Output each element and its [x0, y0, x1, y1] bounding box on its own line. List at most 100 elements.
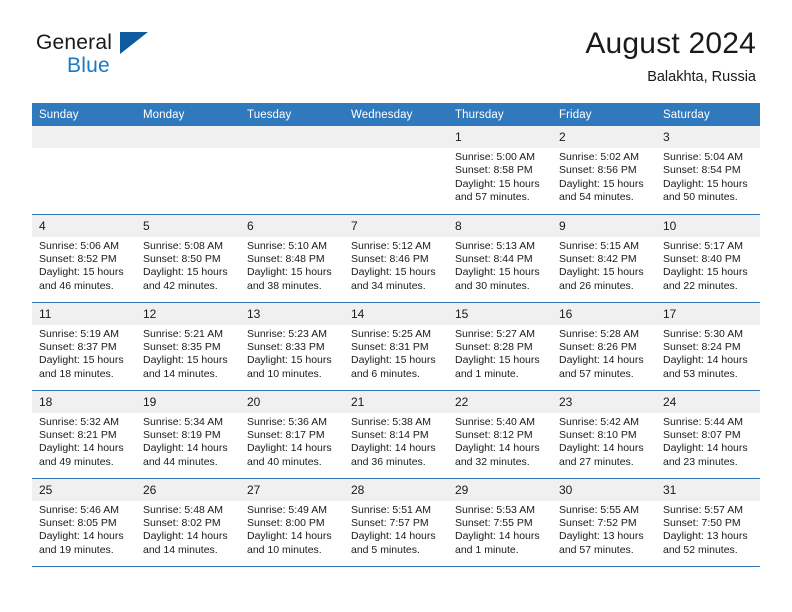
- sunrise-text: Sunrise: 5:10 AM: [247, 239, 327, 252]
- day-number: [240, 126, 344, 148]
- day-number: 19: [136, 390, 240, 413]
- calendar-day-cell[interactable]: 18 Sunrise: 5:32 AM Sunset: 8:21 PM Dayligh…: [32, 389, 136, 478]
- daylight-text: Daylight: 14 hours and 19 minutes.: [39, 530, 124, 556]
- calendar-body: 1 Sunrise: 5:00 AM Sunset: 8:58 PM Daylight…: [32, 126, 760, 567]
- calendar-day-cell[interactable]: 25 Sunrise: 5:46 AM Sunset: 8:05 PM Dayligh…: [32, 477, 136, 567]
- day-number: 1: [448, 126, 552, 148]
- calendar-day-cell[interactable]: 10 Sunrise: 5:17 AM Sunset: 8:40 PM Dayligh…: [656, 213, 760, 302]
- sunrise-text: Sunrise: 5:19 AM: [39, 327, 119, 340]
- sunrise-text: Sunrise: 5:57 AM: [663, 503, 743, 516]
- daylight-text: Daylight: 14 hours and 1 minute.: [455, 530, 540, 556]
- daylight-text: Daylight: 14 hours and 5 minutes.: [351, 530, 436, 556]
- sunrise-text: Sunrise: 5:42 AM: [559, 415, 639, 428]
- calendar-day-cell[interactable]: 9 Sunrise: 5:15 AM Sunset: 8:42 PM Daylight…: [552, 213, 656, 302]
- day-details: Sunrise: 5:51 AM Sunset: 7:57 PM Daylight:…: [344, 501, 448, 558]
- day-details: Sunrise: 5:15 AM Sunset: 8:42 PM Daylight:…: [552, 237, 656, 294]
- calendar-day-cell[interactable]: 2 Sunrise: 5:02 AM Sunset: 8:56 PM Daylight…: [552, 126, 656, 214]
- daylight-text: Daylight: 14 hours and 27 minutes.: [559, 442, 644, 468]
- daylight-text: Daylight: 15 hours and 30 minutes.: [455, 266, 540, 292]
- daylight-text: Daylight: 15 hours and 26 minutes.: [559, 266, 644, 292]
- calendar-day-cell[interactable]: 1 Sunrise: 5:00 AM Sunset: 8:58 PM Daylight…: [448, 126, 552, 214]
- daylight-text: Daylight: 14 hours and 49 minutes.: [39, 442, 124, 468]
- day-number: [136, 126, 240, 148]
- day-details: Sunrise: 5:48 AM Sunset: 8:02 PM Daylight:…: [136, 501, 240, 558]
- daylight-text: Daylight: 14 hours and 14 minutes.: [143, 530, 228, 556]
- calendar-day-cell[interactable]: 16 Sunrise: 5:28 AM Sunset: 8:26 PM Dayligh…: [552, 301, 656, 390]
- calendar-day-cell[interactable]: 5 Sunrise: 5:08 AM Sunset: 8:50 PM Daylight…: [136, 213, 240, 302]
- sunset-text: Sunset: 8:24 PM: [663, 340, 741, 353]
- day-details: Sunrise: 5:19 AM Sunset: 8:37 PM Daylight:…: [32, 325, 136, 382]
- calendar-day-cell[interactable]: 21 Sunrise: 5:38 AM Sunset: 8:14 PM Dayligh…: [344, 389, 448, 478]
- calendar-day-cell[interactable]: 7 Sunrise: 5:12 AM Sunset: 8:46 PM Daylight…: [344, 213, 448, 302]
- calendar-day-cell[interactable]: 12 Sunrise: 5:21 AM Sunset: 8:35 PM Dayligh…: [136, 301, 240, 390]
- day-number: 10: [656, 214, 760, 237]
- day-details: Sunrise: 5:21 AM Sunset: 8:35 PM Daylight:…: [136, 325, 240, 382]
- calendar-day-cell-empty: [344, 126, 448, 214]
- calendar-day-cell[interactable]: 28 Sunrise: 5:51 AM Sunset: 7:57 PM Dayligh…: [344, 477, 448, 567]
- day-number: 13: [240, 302, 344, 325]
- day-number: 26: [136, 478, 240, 501]
- calendar-day-cell[interactable]: 13 Sunrise: 5:23 AM Sunset: 8:33 PM Dayligh…: [240, 301, 344, 390]
- sunset-text: Sunset: 8:21 PM: [39, 428, 117, 441]
- calendar-week-row: 18 Sunrise: 5:32 AM Sunset: 8:21 PM Dayligh…: [32, 389, 760, 478]
- sunrise-text: Sunrise: 5:08 AM: [143, 239, 223, 252]
- calendar-day-cell[interactable]: 23 Sunrise: 5:42 AM Sunset: 8:10 PM Dayligh…: [552, 389, 656, 478]
- calendar-day-cell[interactable]: 6 Sunrise: 5:10 AM Sunset: 8:48 PM Daylight…: [240, 213, 344, 302]
- daylight-text: Daylight: 14 hours and 36 minutes.: [351, 442, 436, 468]
- sunrise-text: Sunrise: 5:17 AM: [663, 239, 743, 252]
- calendar-day-cell-empty: [32, 126, 136, 214]
- day-details: Sunrise: 5:32 AM Sunset: 8:21 PM Daylight:…: [32, 413, 136, 470]
- sunrise-text: Sunrise: 5:15 AM: [559, 239, 639, 252]
- sunrise-text: Sunrise: 5:30 AM: [663, 327, 743, 340]
- sunrise-text: Sunrise: 5:46 AM: [39, 503, 119, 516]
- day-number: [32, 126, 136, 148]
- day-details: Sunrise: 5:12 AM Sunset: 8:46 PM Daylight:…: [344, 237, 448, 294]
- calendar-day-cell[interactable]: 4 Sunrise: 5:06 AM Sunset: 8:52 PM Daylight…: [32, 213, 136, 302]
- day-number: 7: [344, 214, 448, 237]
- daylight-text: Daylight: 14 hours and 44 minutes.: [143, 442, 228, 468]
- calendar-day-cell[interactable]: 15 Sunrise: 5:27 AM Sunset: 8:28 PM Dayligh…: [448, 301, 552, 390]
- calendar-day-cell[interactable]: 26 Sunrise: 5:48 AM Sunset: 8:02 PM Dayligh…: [136, 477, 240, 567]
- calendar-day-cell[interactable]: 14 Sunrise: 5:25 AM Sunset: 8:31 PM Dayligh…: [344, 301, 448, 390]
- calendar-day-cell[interactable]: 8 Sunrise: 5:13 AM Sunset: 8:44 PM Daylight…: [448, 213, 552, 302]
- day-number: 30: [552, 478, 656, 501]
- day-details: Sunrise: 5:46 AM Sunset: 8:05 PM Daylight:…: [32, 501, 136, 558]
- calendar-week-row: 4 Sunrise: 5:06 AM Sunset: 8:52 PM Daylight…: [32, 213, 760, 302]
- weekday-header-saturday: Saturday: [656, 103, 760, 126]
- calendar-day-cell[interactable]: 19 Sunrise: 5:34 AM Sunset: 8:19 PM Dayligh…: [136, 389, 240, 478]
- day-number: 5: [136, 214, 240, 237]
- day-details: Sunrise: 5:02 AM Sunset: 8:56 PM Daylight:…: [552, 148, 656, 205]
- daylight-text: Daylight: 15 hours and 22 minutes.: [663, 266, 748, 292]
- day-details: Sunrise: 5:28 AM Sunset: 8:26 PM Daylight:…: [552, 325, 656, 382]
- sunset-text: Sunset: 8:56 PM: [559, 164, 637, 177]
- general-blue-logo[interactable]: General Blue: [36, 26, 156, 84]
- page-subtitle: Balakhta, Russia: [647, 69, 756, 85]
- day-details: Sunrise: 5:00 AM Sunset: 8:58 PM Daylight:…: [448, 148, 552, 205]
- daylight-text: Daylight: 15 hours and 42 minutes.: [143, 266, 228, 292]
- calendar-day-cell[interactable]: 30 Sunrise: 5:55 AM Sunset: 7:52 PM Dayligh…: [552, 477, 656, 567]
- calendar-day-cell-empty: [136, 126, 240, 214]
- day-details: Sunrise: 5:13 AM Sunset: 8:44 PM Daylight:…: [448, 237, 552, 294]
- calendar-day-cell[interactable]: 27 Sunrise: 5:49 AM Sunset: 8:00 PM Dayligh…: [240, 477, 344, 567]
- daylight-text: Daylight: 15 hours and 14 minutes.: [143, 354, 228, 380]
- calendar-day-cell[interactable]: 22 Sunrise: 5:40 AM Sunset: 8:12 PM Dayligh…: [448, 389, 552, 478]
- day-details: Sunrise: 5:38 AM Sunset: 8:14 PM Daylight:…: [344, 413, 448, 470]
- daylight-text: Daylight: 14 hours and 10 minutes.: [247, 530, 332, 556]
- calendar-day-cell[interactable]: 3 Sunrise: 5:04 AM Sunset: 8:54 PM Daylight…: [656, 126, 760, 214]
- calendar-day-cell[interactable]: 31 Sunrise: 5:57 AM Sunset: 7:50 PM Dayligh…: [656, 477, 760, 567]
- day-number: 11: [32, 302, 136, 325]
- weekday-header-wednesday: Wednesday: [344, 103, 448, 126]
- calendar-day-cell[interactable]: 11 Sunrise: 5:19 AM Sunset: 8:37 PM Dayligh…: [32, 301, 136, 390]
- calendar-page: General Blue August 2024 Balakhta, Russi…: [0, 0, 792, 612]
- daylight-text: Daylight: 15 hours and 18 minutes.: [39, 354, 124, 380]
- daylight-text: Daylight: 14 hours and 23 minutes.: [663, 442, 748, 468]
- title-block: August 2024 Balakhta, Russia: [585, 26, 756, 88]
- calendar-day-cell[interactable]: 29 Sunrise: 5:53 AM Sunset: 7:55 PM Dayligh…: [448, 477, 552, 567]
- calendar-day-cell[interactable]: 24 Sunrise: 5:44 AM Sunset: 8:07 PM Dayligh…: [656, 389, 760, 478]
- logo-text-blue: Blue: [67, 54, 110, 77]
- day-number: 20: [240, 390, 344, 413]
- calendar-day-cell[interactable]: 20 Sunrise: 5:36 AM Sunset: 8:17 PM Dayligh…: [240, 389, 344, 478]
- sunset-text: Sunset: 7:57 PM: [351, 516, 429, 529]
- sunset-text: Sunset: 8:31 PM: [351, 340, 429, 353]
- calendar-day-cell[interactable]: 17 Sunrise: 5:30 AM Sunset: 8:24 PM Dayligh…: [656, 301, 760, 390]
